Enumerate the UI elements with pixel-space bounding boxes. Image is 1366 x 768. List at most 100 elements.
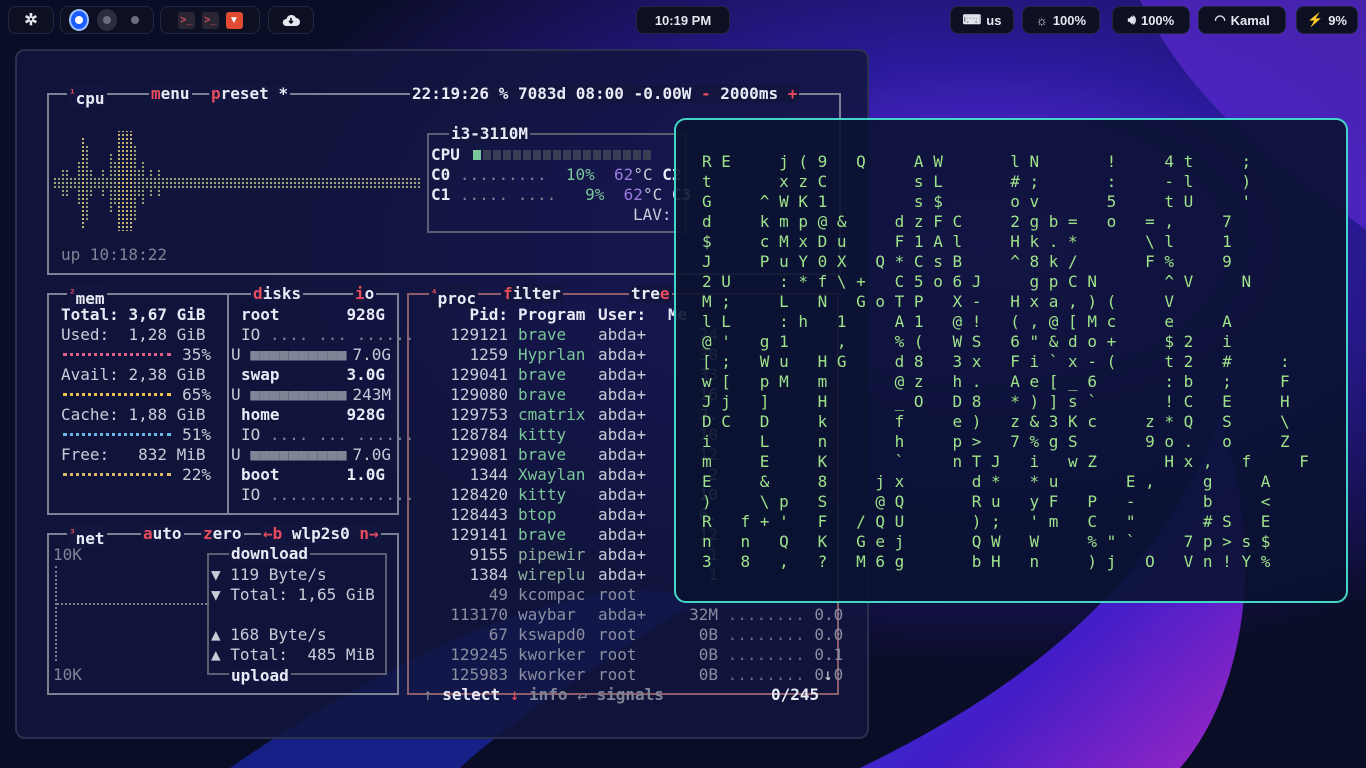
volume[interactable]: 🔊︎ 100% [1112, 6, 1190, 34]
preset-button[interactable]: preset * [209, 85, 291, 103]
disks-box-title[interactable]: disks [251, 285, 304, 303]
cpu-graph-dot [113, 165, 117, 169]
cpu-graph-dot [141, 189, 145, 193]
cpu-graph-dot [81, 157, 85, 161]
cpu-graph-dot [109, 201, 113, 205]
proc-pid: 129041 [450, 365, 508, 384]
workspace-2[interactable] [97, 9, 118, 31]
workspace-3[interactable] [125, 9, 145, 31]
brave-lion-icon[interactable]: ▼ [225, 11, 243, 29]
cpu-graph-dot [89, 177, 93, 181]
cpu-graph-dot [129, 217, 133, 221]
cpu-graph-dot [317, 185, 321, 189]
workspace-1[interactable] [69, 9, 90, 31]
cpu-graph-dot [149, 181, 153, 185]
proc-program: kcompac [518, 585, 586, 604]
cpu-graph-dot [69, 185, 73, 189]
scroll-down-indicator[interactable]: ↓ [823, 665, 833, 685]
proc-row[interactable]: 129245 kworker root 0B ........ 0.1 [428, 645, 843, 665]
cpu-graph-dot [93, 177, 97, 181]
cpu-graph-dot [77, 189, 81, 193]
proc-pid: 129753 [450, 405, 508, 424]
cmatrix-window[interactable]: R E j ( 9 Q A W l N ! 4 t ; t x z C s L … [674, 118, 1348, 603]
terminal-icon[interactable]: >_ [177, 11, 195, 29]
cpu-graph-dot [141, 173, 145, 177]
cpu-graph-dot [129, 177, 133, 181]
cpu-graph-dot [281, 185, 285, 189]
wifi[interactable]: ◠ Kamal [1198, 6, 1286, 34]
net-graph-baseline [57, 603, 207, 605]
cpu-graph-dot [129, 189, 133, 193]
cpu-graph-dot [397, 185, 401, 189]
cpu-graph-dot [109, 205, 113, 209]
cpu-graph-dot [117, 229, 121, 231]
battery-charging-icon: ⚡ [1307, 12, 1324, 27]
cpu-graph-dot [137, 185, 141, 189]
tree-toggle[interactable]: tree [629, 285, 672, 303]
cpu-graph-dot [237, 177, 241, 181]
cpu-graph-dot [229, 177, 233, 181]
zero-toggle[interactable]: zero [201, 525, 244, 543]
cpu-graph-dot [81, 165, 85, 169]
cpu-graph-dot [253, 177, 257, 181]
cpu-meter-cell [623, 150, 631, 160]
cpu-graph-dot [57, 181, 61, 185]
cpu-graph-dot [221, 181, 225, 185]
cpu-meter-cell [493, 150, 501, 160]
cpu-meter-cell [583, 150, 591, 160]
menu-button[interactable]: menu [149, 85, 192, 103]
auto-toggle[interactable]: auto [141, 525, 184, 543]
cpu-graph-dot [125, 169, 129, 173]
cpu-graph-dot [397, 181, 401, 185]
interface-selector[interactable]: ←b wlp2s0 n→ [261, 525, 381, 543]
clock-text: 10:19 PM [654, 12, 712, 28]
cpu-graph-dot [133, 161, 137, 165]
signals-button[interactable]: signals [596, 685, 663, 704]
cpu-graph-dot [125, 221, 129, 225]
cloud-button[interactable] [268, 6, 314, 34]
cpu-graph-dot [117, 209, 121, 213]
proc-program: wireplu [518, 565, 586, 584]
cpu-graph-dot [61, 181, 65, 185]
interval-increase[interactable]: + [788, 84, 798, 103]
info-button[interactable]: info [529, 685, 568, 704]
cpu-graph-dot [133, 217, 137, 221]
cpu-graph-dot [101, 193, 105, 197]
cpu-graph-dot [121, 225, 125, 229]
cpu-graph-dot [265, 181, 269, 185]
cpu-box-title[interactable]: ¹cpu [67, 85, 107, 108]
cpu-graph-dot [181, 185, 185, 189]
cpu-graph-dot [89, 185, 93, 189]
battery[interactable]: ⚡ 9% [1296, 6, 1358, 34]
clock[interactable]: 10:19 PM [636, 6, 730, 34]
cpu-graph-dot [125, 181, 129, 185]
cpu-graph-dot [409, 177, 413, 181]
cpu-graph-dot [353, 181, 357, 185]
terminal-icon[interactable]: >_ [201, 11, 219, 29]
cpu-graph-dot [101, 177, 105, 181]
brightness[interactable]: ☼ 100% [1022, 6, 1100, 34]
keyboard-layout[interactable]: ⌨ us [950, 6, 1014, 34]
cpu-graph-dot [125, 153, 129, 157]
cpu-graph-dot [333, 181, 337, 185]
cpu-meter-cell [483, 150, 491, 160]
cpu-graph-dot [273, 177, 277, 181]
cpu-graph-dot [237, 181, 241, 185]
proc-pid: 129141 [450, 525, 508, 544]
disk-root-used: U ■■■■■■■■■■ 7.0G [231, 345, 391, 364]
cpu-graph-dot [193, 181, 197, 185]
interval-decrease[interactable]: - [701, 84, 711, 103]
proc-row[interactable]: 125983 kworker root 0B ........ 0.0 [428, 665, 843, 685]
launcher-button[interactable]: ✲ [8, 6, 54, 34]
cpu-graph-dot [245, 181, 249, 185]
cpu-graph-dot [129, 201, 133, 205]
proc-row[interactable]: 67 kswapd0 root 0B ........ 0.0 [428, 625, 844, 645]
select-button[interactable]: select [442, 685, 500, 704]
proc-row[interactable]: 113170 waybar abda+ 32M ........ 0.0 [428, 605, 843, 625]
cpu-meter-cell [473, 150, 481, 160]
cpu-graph-dot [201, 177, 205, 181]
io-toggle[interactable]: io [353, 285, 377, 303]
filter-button[interactable]: filter [501, 285, 563, 303]
cpu-graph-dot [141, 201, 145, 205]
cpu-graph-dot [341, 185, 345, 189]
